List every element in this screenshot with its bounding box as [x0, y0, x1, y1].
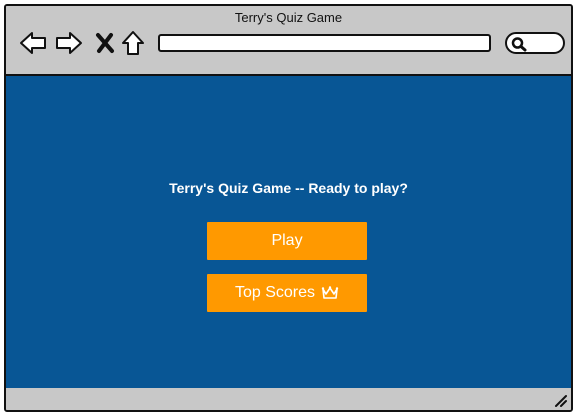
resize-handle-icon[interactable] — [553, 393, 567, 407]
play-label: Play — [271, 232, 303, 249]
address-bar[interactable] — [158, 34, 491, 52]
top-scores-label: Top Scores — [234, 284, 316, 301]
forward-button[interactable] — [54, 28, 84, 58]
home-icon — [122, 31, 144, 55]
status-bar — [6, 388, 571, 410]
crown-icon — [321, 286, 339, 299]
forward-arrow-icon — [56, 32, 82, 54]
home-button[interactable] — [118, 28, 148, 58]
window-title: Terry's Quiz Game — [234, 10, 343, 25]
play-button[interactable]: Play — [207, 222, 367, 260]
search-icon — [511, 37, 527, 52]
page-viewport: Terry's Quiz Game -- Ready to play? Play… — [6, 76, 571, 392]
page-title: Terry's Quiz Game -- Ready to play? — [169, 180, 408, 196]
search-box[interactable] — [505, 32, 565, 54]
back-button[interactable] — [18, 28, 48, 58]
close-icon — [96, 33, 114, 53]
stop-button[interactable] — [90, 28, 120, 58]
browser-window: Terry's Quiz Game Terry's Quiz Game -- R… — [4, 4, 573, 412]
browser-toolbar: Terry's Quiz Game — [6, 6, 571, 76]
top-scores-button[interactable]: Top Scores — [207, 274, 367, 312]
back-arrow-icon — [20, 32, 46, 54]
